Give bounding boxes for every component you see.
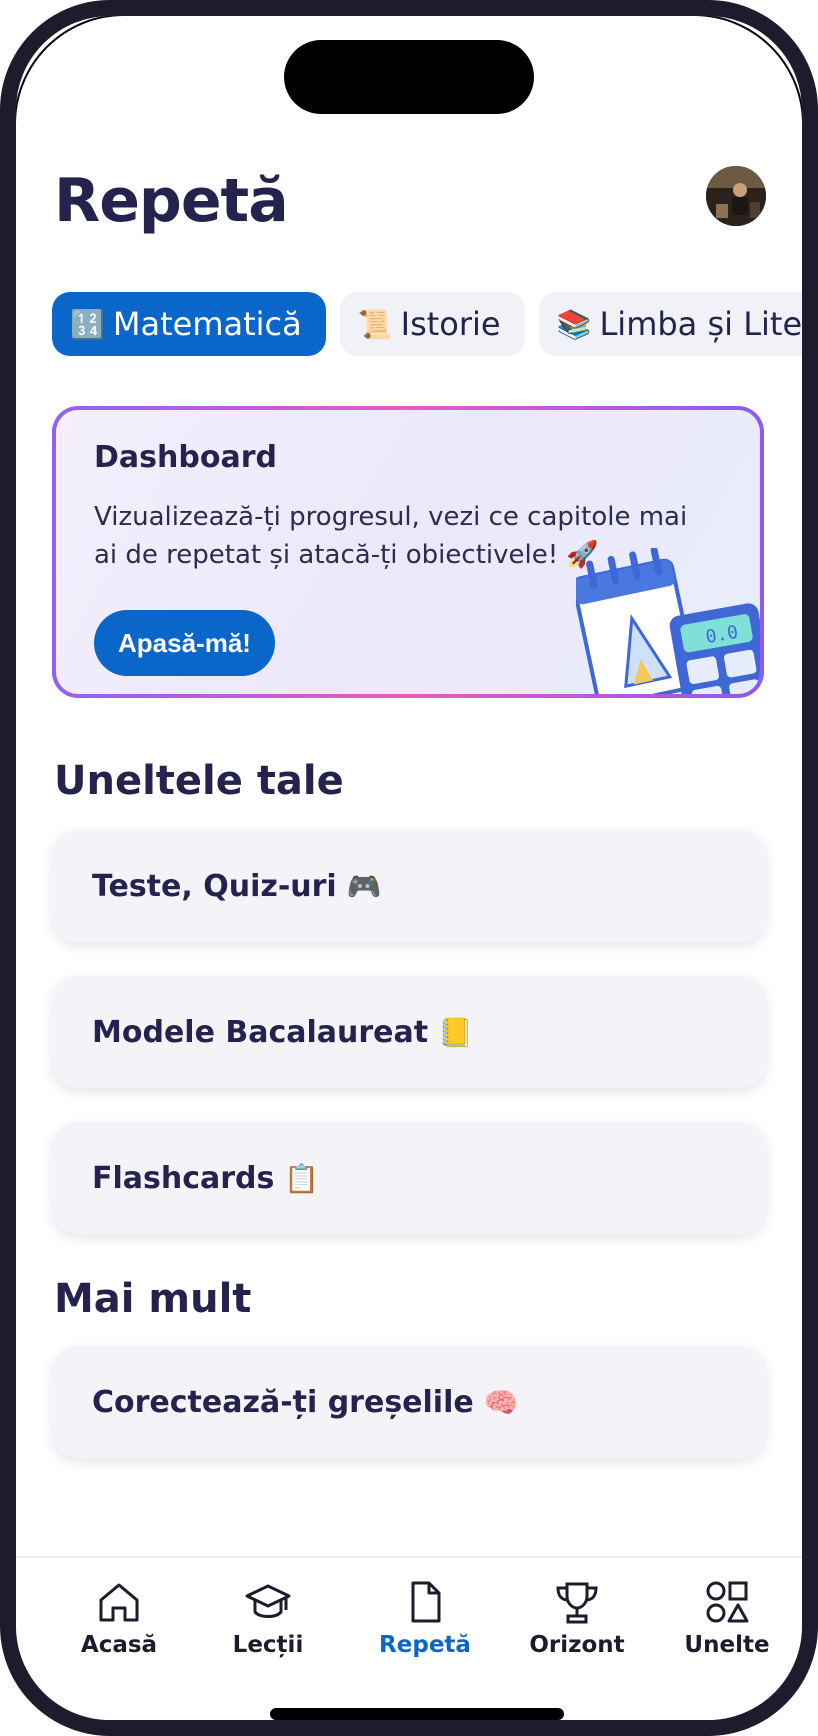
nav-label: Acasă xyxy=(80,1632,158,1658)
nav-item-acasa[interactable]: Acasă xyxy=(44,1578,194,1658)
tools-section-title: Uneltele tale xyxy=(54,758,344,804)
avatar[interactable] xyxy=(706,166,766,226)
tab-matematica[interactable]: 🔢 Matematică xyxy=(52,292,326,356)
brain-icon: 🧠 xyxy=(483,1385,519,1419)
clipboard-icon: 📋 xyxy=(284,1161,320,1195)
more-section-title: Mai mult xyxy=(54,1276,252,1322)
calendar-calculator-illustration: 0.0 xyxy=(576,548,760,694)
tool-label: Modele Bacalaureat xyxy=(92,1014,429,1050)
tab-limba-si-literatura[interactable]: 📚 Limba și Liter xyxy=(538,292,816,356)
numbers-emoji-icon: 🔢 xyxy=(70,307,105,341)
user-avatar xyxy=(706,166,766,226)
dashboard-title: Dashboard xyxy=(94,440,277,475)
gamepad-icon: 🎮 xyxy=(346,869,382,903)
page-title: Repetă xyxy=(54,166,289,236)
home-icon xyxy=(99,1583,139,1622)
phone-frame: Repetă 🔢 Matematică 📜 Istorie 📚 Limba și… xyxy=(0,0,818,1736)
scroll-emoji-icon: 📜 xyxy=(357,307,393,341)
nav-item-orizont[interactable]: Orizont xyxy=(502,1578,652,1658)
tool-card-bac-models[interactable]: Modele Bacalaureat 📒 xyxy=(52,976,766,1088)
tab-istorie[interactable]: 📜 Istorie xyxy=(339,292,525,356)
nav-label: Lecții xyxy=(232,1632,304,1658)
tool-label: Teste, Quiz-uri xyxy=(92,868,337,904)
tool-card-flashcards[interactable]: Flashcards 📋 xyxy=(52,1122,766,1234)
subject-tabs: 🔢 Matematică 📜 Istorie 📚 Limba și Liter xyxy=(52,292,816,356)
tool-card-correct-mistakes[interactable]: Corectează-ți greșelile 🧠 xyxy=(52,1346,766,1458)
nav-item-repeta[interactable]: Repetă xyxy=(350,1578,500,1658)
nav-label: Repetă xyxy=(379,1632,471,1658)
nav-label: Orizont xyxy=(529,1632,625,1658)
tool-card-quizzes[interactable]: Teste, Quiz-uri 🎮 xyxy=(52,830,766,942)
tab-label: Matematică xyxy=(112,305,302,343)
notebook-icon: 📒 xyxy=(438,1015,473,1049)
nav-item-unelte[interactable]: Unelte xyxy=(652,1578,802,1658)
camera-notch xyxy=(284,40,534,114)
graduation-cap-icon xyxy=(245,1584,291,1618)
tool-label: Flashcards xyxy=(92,1160,275,1196)
dashboard-open-button[interactable]: Apasă-mă! xyxy=(94,610,275,676)
nav-label: Unelte xyxy=(684,1632,770,1658)
dashboard-card[interactable]: Dashboard Vizualizează-ți progresul, vez… xyxy=(52,406,764,698)
app-screen: Repetă 🔢 Matematică 📜 Istorie 📚 Limba și… xyxy=(16,16,802,1720)
tab-label: Limba și Liter xyxy=(599,305,816,343)
nav-item-lectii[interactable]: Lecții xyxy=(193,1578,343,1658)
tool-label: Corectează-ți greșelile xyxy=(92,1384,474,1420)
shapes-icon xyxy=(706,1581,749,1623)
trophy-icon xyxy=(556,1582,598,1624)
document-icon xyxy=(411,1581,441,1623)
home-indicator xyxy=(270,1708,564,1720)
books-emoji-icon: 📚 xyxy=(556,307,592,341)
tab-label: Istorie xyxy=(400,305,501,343)
